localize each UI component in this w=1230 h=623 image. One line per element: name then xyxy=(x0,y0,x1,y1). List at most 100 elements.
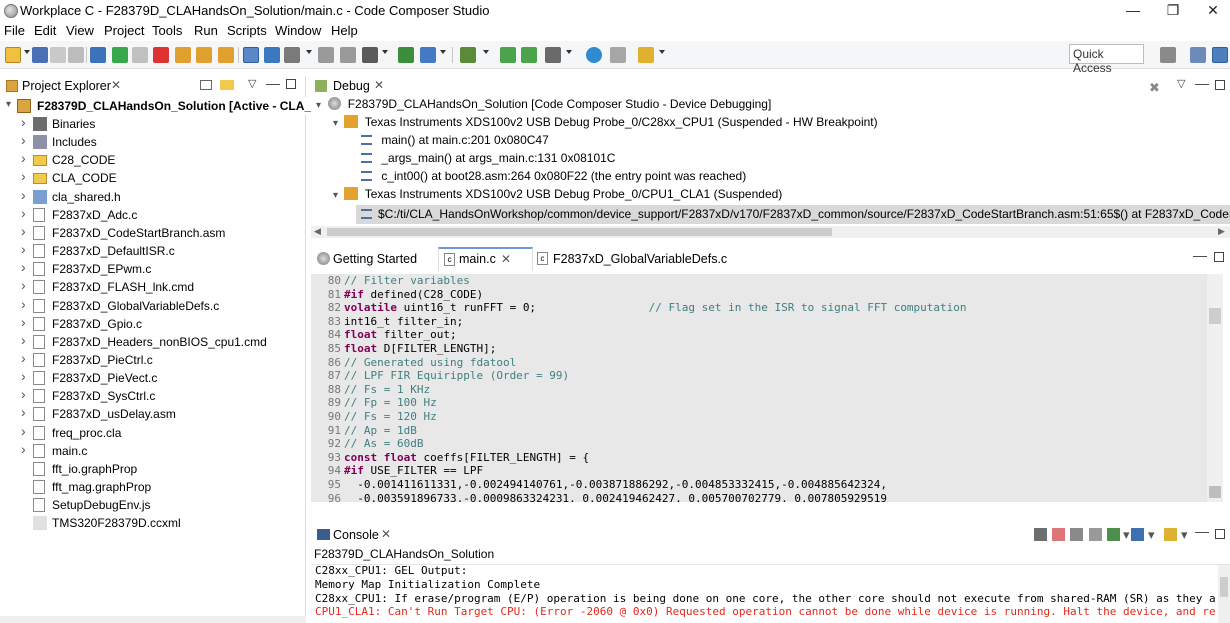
stack-frame-row-selected[interactable]: $C:/ti/CLA_HandsOnWorkshop/common/device… xyxy=(356,205,1230,224)
expand-icon[interactable]: › xyxy=(21,404,26,420)
tree-item[interactable]: › freq_proc.cla xyxy=(0,423,306,442)
expand-icon[interactable]: ▾ xyxy=(333,118,338,129)
scroll-thumb-lower[interactable] xyxy=(1209,486,1221,498)
display-console-icon[interactable]: ▾ xyxy=(1123,527,1130,543)
tree-item[interactable]: fft_mag.graphProp xyxy=(0,478,306,496)
print-icon[interactable] xyxy=(68,47,84,63)
expand-icon[interactable]: › xyxy=(21,132,26,148)
expand-icon[interactable]: ▾ xyxy=(316,100,321,111)
code-line[interactable]: 87// LPF FIR Equiripple (Order = 99) xyxy=(311,369,569,383)
quick-access-input[interactable]: Quick Access xyxy=(1069,44,1144,75)
connect-icon[interactable] xyxy=(318,47,334,63)
expand-icon[interactable]: › xyxy=(21,441,26,457)
code-line[interactable]: 86// Generated using fdatool xyxy=(311,356,516,370)
tree-item[interactable]: › F2837xD_Headers_nonBIOS_cpu1.cmd xyxy=(0,332,306,351)
tree-item[interactable]: › Binaries xyxy=(0,114,306,133)
console-title[interactable]: Console xyxy=(333,528,379,542)
debug-session-row[interactable]: ▾ F28379D_CLAHandsOn_Solution [Code Comp… xyxy=(316,97,771,115)
project-root[interactable]: ▾ F28379D_CLAHandsOn_Solution [Active - … xyxy=(0,97,320,115)
expand-icon[interactable]: › xyxy=(21,296,26,312)
open-file-icon[interactable] xyxy=(610,47,626,63)
step-next-icon[interactable] xyxy=(500,47,516,63)
remove-terminated-icon[interactable]: ✖ xyxy=(1149,80,1160,96)
save-all-icon[interactable] xyxy=(50,47,66,63)
scroll-lock-icon[interactable] xyxy=(1052,528,1065,541)
code-line[interactable]: 90// Fs = 120 Hz xyxy=(311,410,437,424)
load-program-icon[interactable] xyxy=(284,47,300,63)
code-line[interactable]: 84 float filter_out; xyxy=(311,328,457,342)
tree-item[interactable]: › F2837xD_Gpio.c xyxy=(0,314,306,333)
expand-icon[interactable]: › xyxy=(21,368,26,384)
code-line[interactable]: 88// Fs = 1 KHz xyxy=(311,383,430,397)
code-line[interactable]: 89// Fp = 100 Hz xyxy=(311,396,437,410)
step-return-icon[interactable] xyxy=(218,47,234,63)
link-editor-icon[interactable] xyxy=(220,80,234,90)
tree-item[interactable]: › main.c xyxy=(0,441,306,460)
editor-vertical-scrollbar[interactable] xyxy=(1207,274,1223,502)
clear-console-icon[interactable] xyxy=(1034,528,1047,541)
stack-frame-row[interactable]: c_int00() at boot28.asm:264 0x080F22 (th… xyxy=(361,169,746,187)
expand-icon[interactable]: › xyxy=(21,168,26,184)
show-console-icon[interactable] xyxy=(1089,528,1102,541)
tab-global-variable-defs[interactable]: c F2837xD_GlobalVariableDefs.c xyxy=(533,247,733,271)
ccs-debug-perspective-icon[interactable] xyxy=(1212,47,1228,63)
maximize-view-icon[interactable] xyxy=(1215,529,1225,539)
menu-project[interactable]: Project xyxy=(104,23,144,38)
tree-item[interactable]: › F2837xD_Adc.c xyxy=(0,205,306,224)
save-icon[interactable] xyxy=(32,47,48,63)
tree-item[interactable]: › F2837xD_PieVect.c xyxy=(0,368,306,387)
reset-icon[interactable] xyxy=(264,47,280,63)
flash-dropdown-icon[interactable] xyxy=(440,50,446,54)
scroll-thumb[interactable] xyxy=(1220,577,1228,597)
tab-getting-started[interactable]: Getting Started xyxy=(311,247,438,271)
debug-target-cla1-row[interactable]: ▾ Texas Instruments XDS100v2 USB Debug P… xyxy=(333,187,782,205)
scroll-thumb[interactable] xyxy=(1209,308,1221,324)
bug-icon[interactable] xyxy=(460,47,476,63)
close-tab-icon[interactable]: ✕ xyxy=(374,78,384,92)
new-icon[interactable] xyxy=(5,47,21,63)
close-button[interactable]: ✕ xyxy=(1190,0,1230,22)
maximize-view-icon[interactable] xyxy=(1214,252,1224,262)
expand-icon[interactable]: › xyxy=(21,187,26,203)
expand-icon[interactable]: › xyxy=(21,386,26,402)
ccs-edit-perspective-icon[interactable] xyxy=(1190,47,1206,63)
resume-icon[interactable] xyxy=(112,47,128,63)
scroll-right-icon[interactable]: ▶ xyxy=(1218,226,1225,237)
tools-icon[interactable] xyxy=(545,47,561,63)
menu-run[interactable]: Run xyxy=(194,23,218,38)
tree-item[interactable]: › F2837xD_usDelay.asm xyxy=(0,404,306,423)
view-menu-icon[interactable]: ▽ xyxy=(1177,77,1185,90)
expand-icon[interactable]: › xyxy=(21,350,26,366)
code-line[interactable]: 92// As = 60dB xyxy=(311,437,424,451)
flash-icon[interactable] xyxy=(420,47,436,63)
menu-file[interactable]: File xyxy=(4,23,25,38)
tree-item[interactable]: › F2837xD_GlobalVariableDefs.c xyxy=(0,296,306,315)
minimize-view-icon[interactable]: — xyxy=(1195,523,1209,539)
minimize-view-icon[interactable]: — xyxy=(266,75,280,91)
menu-edit[interactable]: Edit xyxy=(34,23,56,38)
new-dropdown-icon[interactable] xyxy=(24,50,30,54)
close-tab-icon[interactable]: ✕ xyxy=(501,252,511,266)
expand-icon[interactable]: › xyxy=(21,205,26,221)
menu-scripts[interactable]: Scripts xyxy=(227,23,267,38)
tree-item[interactable]: TMS320F28379D.ccxml xyxy=(0,514,306,532)
tree-item[interactable]: › F2837xD_FLASH_lnk.cmd xyxy=(0,277,306,296)
expand-icon[interactable]: › xyxy=(21,259,26,275)
code-line[interactable]: 94 #if USE_FILTER == LPF xyxy=(311,464,483,478)
search-icon[interactable] xyxy=(586,47,602,63)
bug-dropdown-icon[interactable] xyxy=(483,50,489,54)
expand-icon[interactable]: › xyxy=(21,223,26,239)
code-line[interactable]: 96 -0.003591896733,-0.0009863324231, 0.0… xyxy=(311,492,887,502)
restart-icon[interactable] xyxy=(243,47,259,63)
menu-view[interactable]: View xyxy=(66,23,94,38)
expand-icon[interactable]: › xyxy=(21,423,26,439)
pin-console-icon[interactable] xyxy=(1107,528,1120,541)
minimize-view-icon[interactable]: — xyxy=(1195,75,1209,91)
new-console-dropdown-icon[interactable]: ▾ xyxy=(1181,527,1188,543)
code-line[interactable]: 93 const float coeffs[FILTER_LENGTH] = { xyxy=(311,451,589,465)
expand-icon[interactable]: › xyxy=(21,277,26,293)
new-console-icon[interactable] xyxy=(1164,528,1177,541)
debug-title[interactable]: Debug xyxy=(333,79,370,93)
code-line[interactable]: 83 int16_t filter_in; xyxy=(311,315,463,329)
pin-dropdown-icon[interactable] xyxy=(659,50,665,54)
